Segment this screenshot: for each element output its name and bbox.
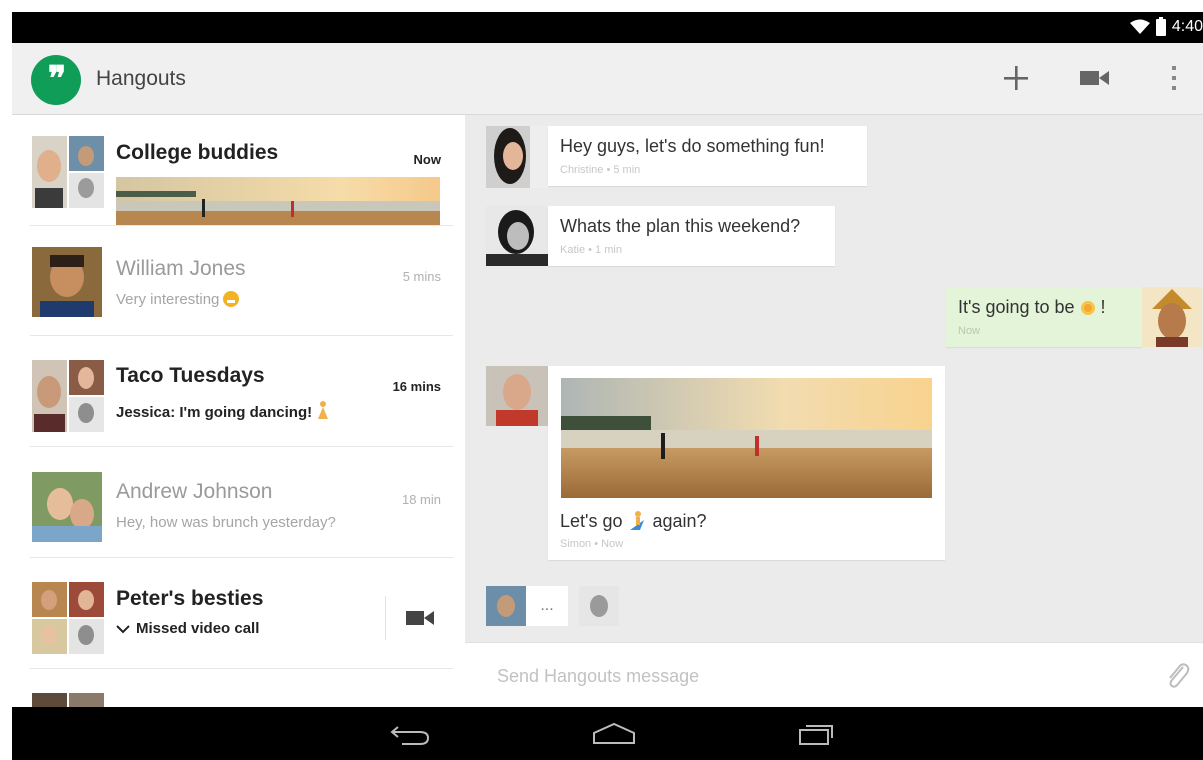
group-avatar: [32, 693, 104, 707]
avatar: [486, 206, 548, 266]
overflow-menu-icon: [1172, 66, 1176, 90]
video-call-button[interactable]: [1075, 58, 1115, 98]
back-icon: [390, 726, 430, 745]
message-meta: Christine • 5 min: [560, 164, 641, 176]
hangouts-logo-icon[interactable]: ❞: [31, 55, 81, 105]
conversation-list: College buddies Now William Jones 5 mins…: [12, 115, 465, 707]
video-camera-icon: [406, 611, 434, 625]
message-meta: Simon • Now: [560, 538, 624, 550]
avatar: [32, 472, 102, 542]
snippet-text: Jessica: I'm going dancing!: [116, 404, 313, 421]
conversation-item[interactable]: College buddies Now: [12, 115, 465, 226]
snippet-text: Very interesting: [116, 291, 220, 308]
tablet-screen: 4:40 ❞ Hangouts College buddies Now Will…: [12, 12, 1203, 760]
avatar: [32, 247, 102, 317]
conversation-time: 16 mins: [392, 379, 441, 394]
avatar: [486, 126, 548, 188]
conversation-snippet: Hey, how was brunch yesterday?: [116, 514, 336, 531]
message-bubble: Whats the plan this weekend? Katie • 1 m…: [548, 206, 835, 266]
message-text: Whats the plan this weekend?: [560, 216, 801, 236]
avatar: [486, 366, 548, 426]
chevron-down-icon: [116, 624, 130, 633]
conversation-title: Andrew Johnson: [116, 480, 273, 503]
recents-icon: [799, 725, 833, 745]
beach-photo-thumbnail: [116, 177, 440, 225]
conversation-snippet: Very interesting: [116, 291, 240, 311]
wifi-icon: [1129, 19, 1150, 34]
my-avatar: [1142, 287, 1202, 347]
message-text: It's going to be !: [958, 297, 1106, 318]
back-button[interactable]: [386, 719, 434, 749]
conversation-item[interactable]: William Jones 5 mins Very interesting: [12, 226, 465, 336]
divider: [385, 596, 386, 640]
beach-photo[interactable]: [561, 378, 932, 498]
call-back-button[interactable]: [398, 600, 442, 636]
group-avatar: [32, 360, 104, 432]
conversation-title: College buddies: [116, 141, 279, 164]
chat-thread: Hey guys, let's do something fun! Christ…: [465, 115, 1203, 642]
battery-icon: [1155, 16, 1166, 36]
conversation-time: 18 min: [401, 492, 441, 507]
status-time: 4:40: [1171, 18, 1203, 35]
message-text: Hey guys, let's do something fun!: [560, 136, 825, 156]
message-input[interactable]: [497, 663, 1137, 689]
conversation-title: Taco Tuesdays: [116, 364, 265, 387]
message-composer: [465, 642, 1203, 707]
conversation-time: 5 mins: [402, 269, 441, 284]
app-title: Hangouts: [96, 67, 186, 90]
typing-avatar: [579, 586, 619, 626]
typing-avatar: [486, 586, 526, 626]
conversation-item[interactable]: Peter's besties Missed video call: [12, 558, 465, 669]
message-text-start: Let's go: [560, 510, 623, 531]
surfer-emoji-icon: [630, 511, 645, 530]
group-avatar: [32, 582, 104, 654]
status-bar: 4:40: [12, 12, 1203, 43]
sun-emoji-icon: [1080, 300, 1095, 315]
conversation-title: Peter's besties: [116, 587, 264, 610]
typing-indicator: ...: [526, 586, 568, 626]
message-text-end: !: [1100, 297, 1106, 317]
message-bubble: Hey guys, let's do something fun! Christ…: [548, 126, 867, 186]
home-icon: [593, 722, 635, 744]
smiley-emoji-icon: [223, 291, 240, 311]
home-button[interactable]: [590, 719, 638, 749]
message-text-end: again?: [652, 510, 707, 531]
photo-message-bubble: Let's go again? Simon • Now: [548, 366, 945, 560]
conversation-time: Now: [413, 152, 441, 167]
overflow-menu-button[interactable]: [1154, 58, 1194, 98]
message-meta: Now: [958, 325, 981, 337]
conversation-item[interactable]: [12, 669, 465, 707]
attach-icon[interactable]: [1163, 661, 1191, 691]
conversation-snippet: Jessica: I'm going dancing!: [116, 400, 330, 424]
navigation-bar: [12, 707, 1203, 760]
snippet-text: Missed video call: [136, 620, 260, 637]
video-camera-icon: [1080, 71, 1109, 85]
recents-button[interactable]: [792, 719, 840, 749]
conversation-snippet: Missed video call: [116, 620, 259, 637]
dancer-emoji-icon: [316, 400, 330, 424]
message-meta: Katie • 1 min: [560, 244, 622, 256]
conversation-item[interactable]: Andrew Johnson 18 min Hey, how was brunc…: [12, 447, 465, 558]
conversation-item[interactable]: Taco Tuesdays 16 mins Jessica: I'm going…: [12, 336, 465, 447]
message-text-start: It's going to be: [958, 297, 1075, 317]
group-avatar: [32, 136, 104, 208]
add-icon: [1004, 66, 1028, 90]
new-conversation-button[interactable]: [996, 58, 1036, 98]
outgoing-message-bubble: It's going to be ! Now: [946, 287, 1142, 347]
conversation-title: William Jones: [116, 257, 246, 280]
message-text: Let's go again?: [560, 510, 707, 532]
action-bar: ❞ Hangouts: [12, 43, 1203, 115]
